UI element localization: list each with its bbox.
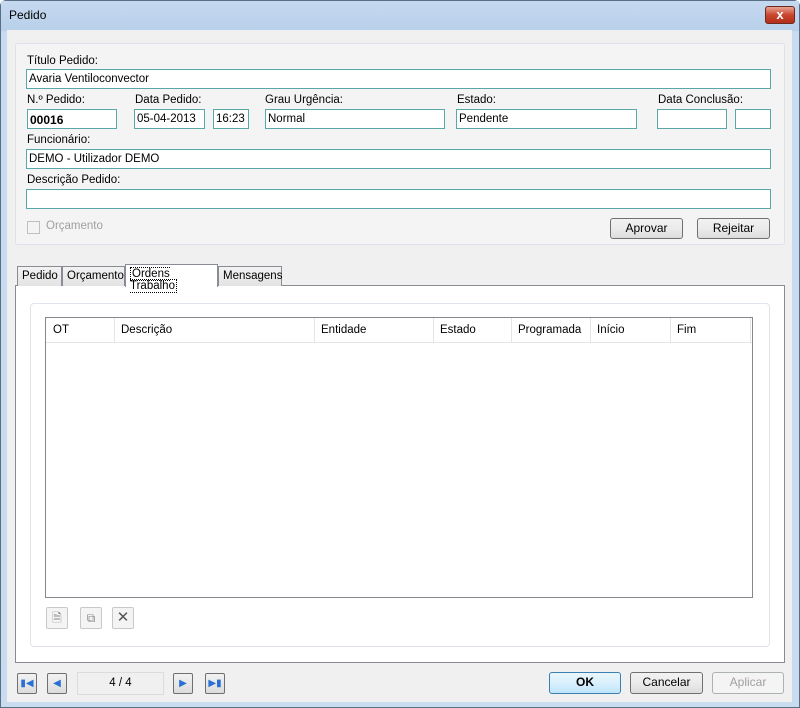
data-label: Data Pedido: (135, 94, 202, 106)
rejeitar-button[interactable]: Rejeitar (697, 218, 770, 239)
cancelar-button[interactable]: Cancelar (630, 672, 703, 694)
urgencia-input[interactable]: Normal (265, 109, 445, 129)
numero-input[interactable]: 00016 (27, 109, 117, 129)
record-counter: 4 / 4 (77, 672, 164, 695)
column-header-inicio[interactable]: Início (591, 318, 671, 343)
data-input[interactable]: 05-04-2013 (134, 109, 205, 129)
estado-input[interactable]: Pendente (456, 109, 637, 129)
copy-document-icon: ⧉ (86, 611, 96, 625)
new-document-icon: 🗎 (52, 611, 62, 625)
close-icon: x (776, 7, 784, 22)
funcionario-label: Funcionário: (27, 134, 91, 146)
first-icon: ▮◀ (20, 678, 34, 689)
last-record-button[interactable]: ▶▮ (205, 673, 225, 694)
numero-label: N.º Pedido: (27, 94, 85, 106)
next-record-button[interactable]: ▶ (173, 673, 193, 694)
titulo-input[interactable]: Avaria Ventiloconvector (26, 69, 771, 89)
descricao-input[interactable] (26, 189, 771, 209)
hora-input[interactable]: 16:23 (213, 109, 249, 129)
aplicar-button[interactable]: Aplicar (712, 672, 784, 694)
copy-button[interactable]: ⧉ (80, 607, 102, 629)
close-button[interactable]: x (765, 6, 795, 24)
urgencia-label: Grau Urgência: (265, 94, 343, 106)
tab-mensagens[interactable]: Mensagens (218, 266, 282, 286)
ok-button[interactable]: OK (549, 672, 621, 694)
conclusao-label: Data Conclusão: (658, 94, 744, 106)
previous-icon: ◀ (53, 678, 61, 689)
funcionario-input[interactable]: DEMO - Utilizador DEMO (26, 149, 771, 169)
descricao-label: Descrição Pedido: (27, 174, 121, 186)
column-header-estado[interactable]: Estado (434, 318, 512, 343)
first-record-button[interactable]: ▮◀ (17, 673, 37, 694)
column-header-programada[interactable]: Programada (512, 318, 591, 343)
tab-pedido[interactable]: Pedido (17, 266, 62, 286)
tab-orcamento[interactable]: Orçamento (62, 266, 125, 286)
tab-ordens-trabalho-label: Ordens Trabalho (130, 267, 177, 293)
column-header-ot[interactable]: OT (47, 318, 115, 343)
conclusao-time-input[interactable] (735, 109, 771, 129)
next-icon: ▶ (179, 678, 187, 689)
window-title: Pedido (9, 8, 47, 22)
estado-label: Estado: (457, 94, 496, 106)
orcamento-checkbox[interactable] (27, 221, 40, 234)
titulo-label: Título Pedido: (27, 55, 98, 67)
last-icon: ▶▮ (208, 678, 222, 689)
orcamento-label: Orçamento (46, 220, 103, 232)
tab-ordens-trabalho[interactable]: Ordens Trabalho (125, 264, 218, 293)
column-header-descricao[interactable]: Descrição (115, 318, 315, 343)
delete-button[interactable]: ✕ (112, 607, 134, 629)
column-header-fim[interactable]: Fim (671, 318, 751, 343)
conclusao-date-input[interactable] (657, 109, 727, 129)
aprovar-button[interactable]: Aprovar (610, 218, 683, 239)
title-bar[interactable]: Pedido x (1, 1, 799, 31)
column-header-entidade[interactable]: Entidade (315, 318, 434, 343)
ordens-grid[interactable]: OT Descrição Entidade Estado Programada … (45, 317, 753, 598)
new-button[interactable]: 🗎 (46, 607, 68, 629)
delete-x-icon: ✕ (116, 609, 130, 626)
previous-record-button[interactable]: ◀ (47, 673, 67, 694)
grid-header: OT Descrição Entidade Estado Programada … (46, 318, 752, 343)
